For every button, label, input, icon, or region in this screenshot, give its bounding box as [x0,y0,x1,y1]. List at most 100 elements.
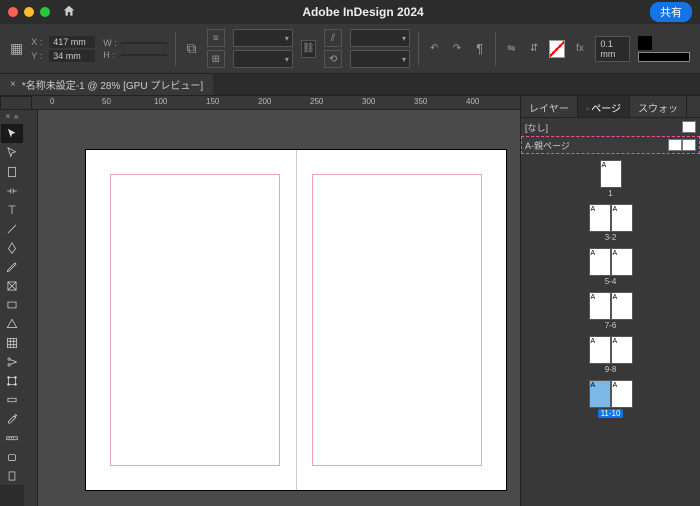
page-thumb[interactable]: A [611,380,633,408]
document-canvas[interactable] [38,110,520,506]
page-range-label: 9-8 [605,365,617,374]
page-spread[interactable] [86,150,506,490]
tab-swatches[interactable]: スウォッ [630,96,687,117]
page-range-label: 1 [608,189,612,198]
page-thumb[interactable]: A [589,336,611,364]
master-none-label: [なし] [525,121,548,134]
type-tool[interactable] [1,200,23,219]
y-label: Y : [31,51,47,61]
ruler-tick: 50 [102,97,111,106]
w-field[interactable] [121,42,167,44]
gap-tool[interactable] [1,181,23,200]
horizontal-ruler[interactable]: 050100150200250300350400 [32,96,520,110]
window-maximize[interactable] [40,7,50,17]
master-thumb [682,139,696,151]
no-link-icon[interactable]: ⧉ [184,40,199,58]
align-icon-2[interactable]: ⊞ [207,50,225,68]
stroke-weight-field[interactable]: 0.1 mm [595,36,630,62]
tab-layers[interactable]: レイヤー [521,96,578,117]
gradient-tool[interactable] [1,390,23,409]
page-thumb[interactable]: A [611,336,633,364]
page-range-label: 3-2 [605,233,617,242]
h-label: H : [103,50,119,60]
page-spread-item[interactable]: AA9-8 [589,336,633,374]
rectangle-tool[interactable] [1,295,23,314]
page-spread-item[interactable]: AA3-2 [589,204,633,242]
toolbox-collapse-icon[interactable]: « [14,112,18,124]
zoom-tool[interactable] [1,466,23,485]
control-bar: ▦ X :417 mm Y :34 mm W : H : ⧉ ≡ ⊞ ⛓ ⫽ ⟲… [0,24,700,74]
stroke-none-icon[interactable] [549,40,564,58]
page-range-label: 11-10 [598,409,624,418]
w-label: W : [103,38,119,48]
chain-icon[interactable]: ⛓ [301,40,316,58]
page-range-label: 5-4 [605,277,617,286]
dropdown-1[interactable] [233,29,293,47]
window-minimize[interactable] [24,7,34,17]
h-field[interactable] [121,54,167,56]
page-thumb[interactable]: A [611,204,633,232]
page-range-label: 7-6 [605,321,617,330]
page-thumb[interactable]: A [611,292,633,320]
document-tab[interactable]: × *名称未設定-1 @ 28% [GPU プレビュー] [0,74,213,95]
tab-pages[interactable]: ページ [578,96,630,117]
page-thumb[interactable]: A [589,292,611,320]
page-thumb[interactable]: A [589,380,611,408]
close-tab-icon[interactable]: × [10,79,16,90]
ruler-tick: 150 [206,97,219,106]
ruler-tick: 250 [310,97,323,106]
y-field[interactable]: 34 mm [49,50,95,62]
x-field[interactable]: 417 mm [49,36,95,48]
home-icon[interactable] [62,4,76,21]
selection-tool[interactable] [1,124,23,143]
flip-h-icon[interactable]: ⇋ [504,40,519,58]
share-button[interactable]: 共有 [650,2,692,22]
page-spread-item[interactable]: AA7-6 [589,292,633,330]
page-thumb[interactable]: A [600,160,622,188]
pencil-tool[interactable] [1,257,23,276]
dropdown-4[interactable] [350,50,410,68]
dropdown-2[interactable] [233,50,293,68]
grid-tool[interactable] [1,333,23,352]
page-thumb[interactable]: A [611,248,633,276]
fx-icon[interactable]: fx [573,40,588,58]
vertical-ruler[interactable] [24,110,38,506]
undo-icon[interactable]: ↶ [427,40,442,58]
page-spread-item[interactable]: A1 [600,160,622,198]
pages-list: A1AA3-2AA5-4AA7-6AA9-8AA11-10 [521,154,700,506]
master-a-label: A-親ページ [525,139,570,152]
hand-tool[interactable] [1,447,23,466]
flip-v-icon[interactable]: ⇵ [527,40,542,58]
ruler-origin[interactable] [0,96,32,110]
toolbox-close-icon[interactable]: × [5,112,10,124]
free-transform-tool[interactable] [1,371,23,390]
page-tool[interactable] [1,162,23,181]
page-thumb[interactable]: A [589,248,611,276]
master-none-row[interactable]: [なし] [521,118,700,136]
align-icon-1[interactable]: ≡ [207,29,225,47]
rotate-icon[interactable]: ⟲ [324,50,342,68]
page-spread-item[interactable]: AA5-4 [589,248,633,286]
shape-tool[interactable] [1,314,23,333]
master-a-row[interactable]: A-親ページ [521,136,700,154]
fill-swatch[interactable] [638,36,652,50]
shear-icon[interactable]: ⫽ [324,29,342,47]
line-tool[interactable] [1,219,23,238]
page-thumb[interactable]: A [589,204,611,232]
reference-point-icon[interactable]: ▦ [10,40,23,57]
master-thumb [682,121,696,133]
paragraph-icon[interactable]: ¶ [472,40,487,58]
ruler-tick: 350 [414,97,427,106]
window-close[interactable] [8,7,18,17]
direct-selection-tool[interactable] [1,143,23,162]
measure-tool[interactable] [1,428,23,447]
x-label: X : [31,37,47,47]
eyedropper-tool[interactable] [1,409,23,428]
rectangle-frame-tool[interactable] [1,276,23,295]
dropdown-3[interactable] [350,29,410,47]
scissors-tool[interactable] [1,352,23,371]
redo-icon[interactable]: ↷ [450,40,465,58]
tint-bar[interactable] [638,52,690,62]
pen-tool[interactable] [1,238,23,257]
page-spread-item[interactable]: AA11-10 [589,380,633,418]
